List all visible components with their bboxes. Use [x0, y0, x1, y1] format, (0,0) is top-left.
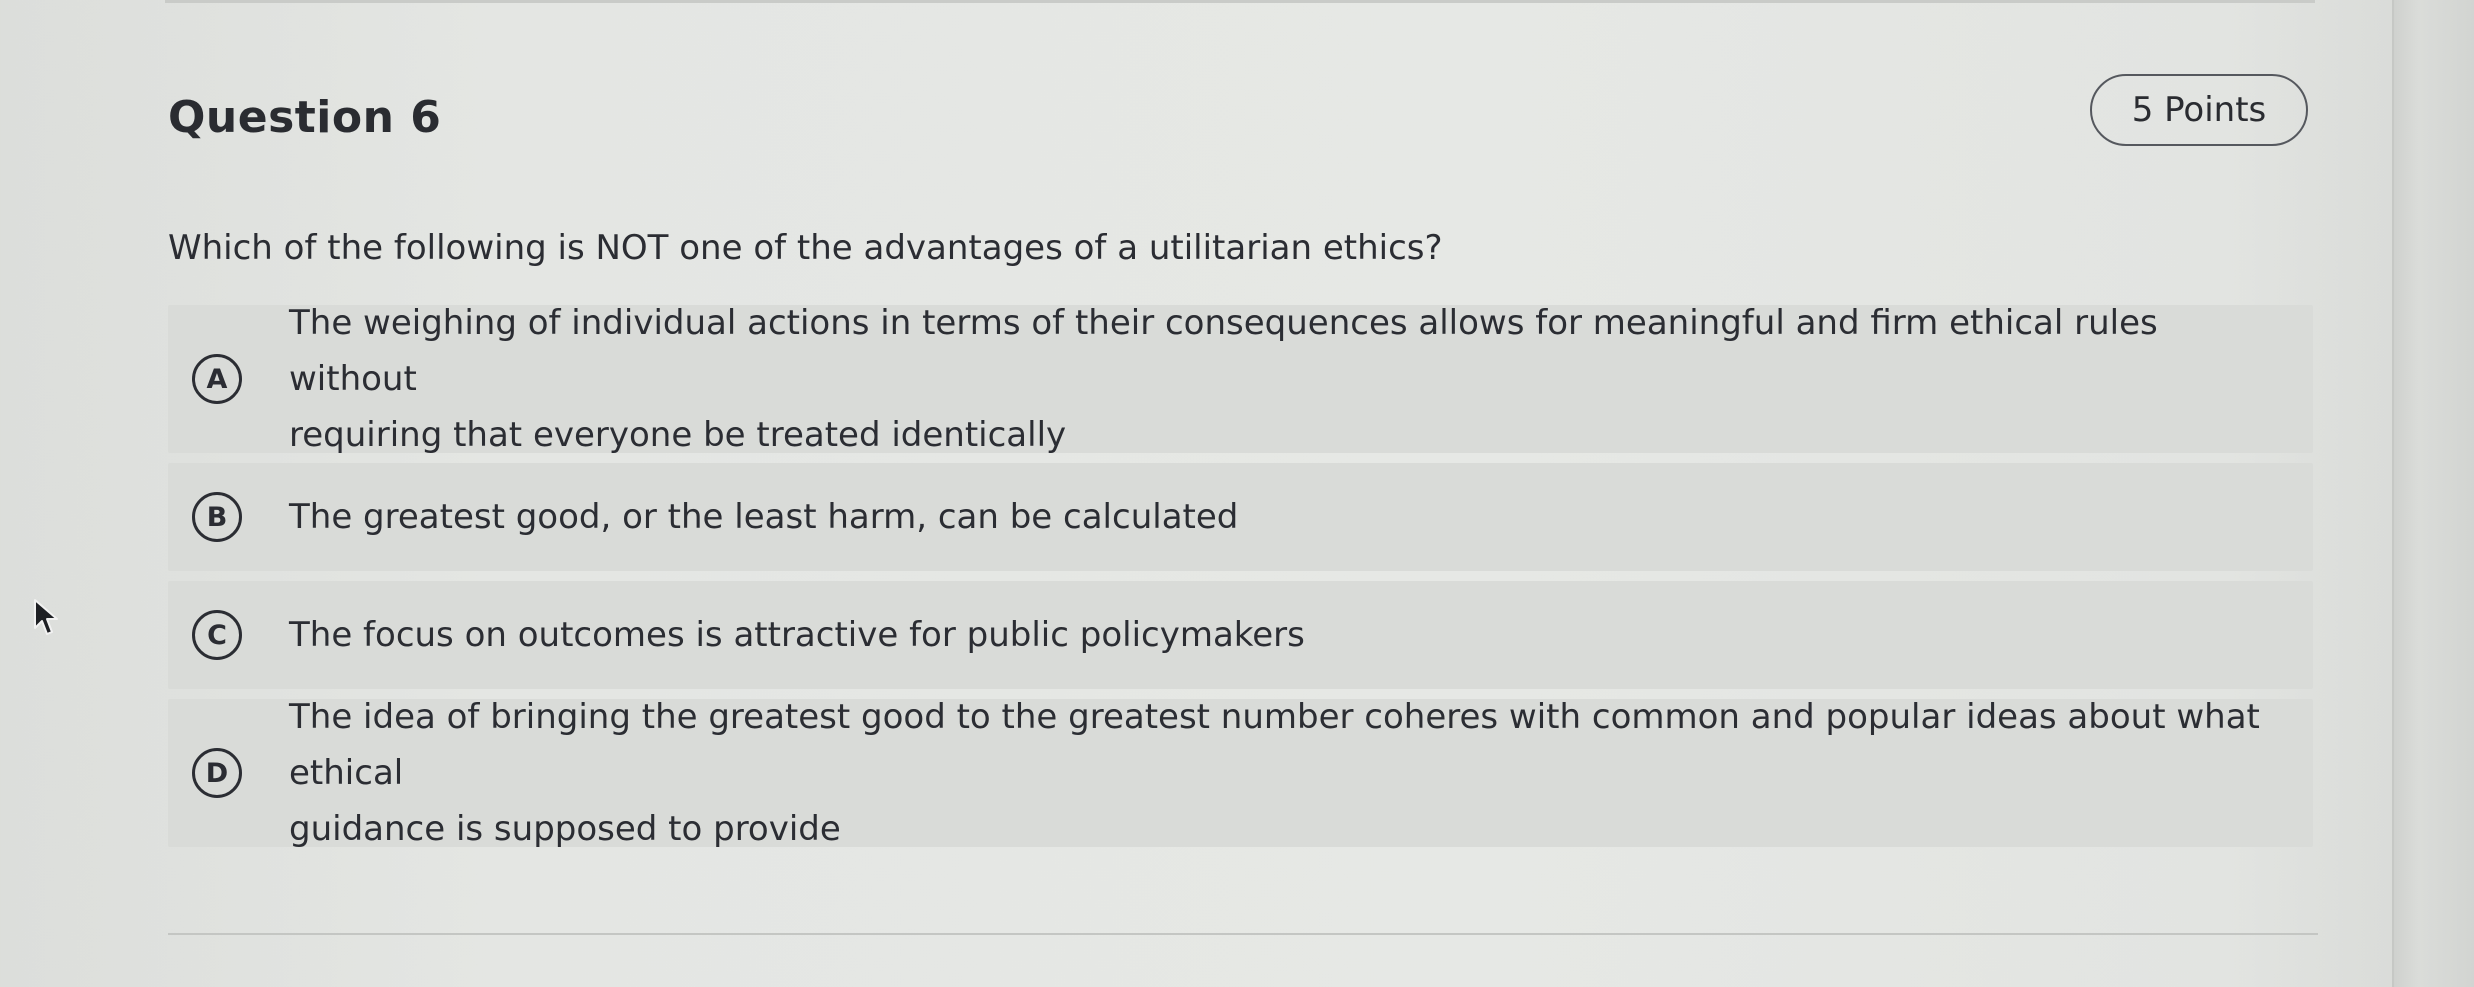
- answer-options: A The weighing of individual actions in …: [168, 303, 2313, 857]
- option-b-text: The greatest good, or the least harm, ca…: [289, 489, 2293, 545]
- question-title: Question 6: [168, 92, 442, 143]
- option-c[interactable]: C The focus on outcomes is attractive fo…: [168, 581, 2313, 689]
- option-c-line-1: The focus on outcomes is attractive for …: [289, 615, 1305, 655]
- option-a-line-2: requiring that everyone be treated ident…: [289, 415, 1067, 455]
- right-edge-panel: [2392, 0, 2474, 987]
- option-b[interactable]: B The greatest good, or the least harm, …: [168, 463, 2313, 571]
- option-a-letter[interactable]: A: [192, 354, 242, 404]
- mouse-pointer-icon: [34, 599, 58, 635]
- option-b-letter[interactable]: B: [192, 492, 242, 542]
- option-c-letter[interactable]: C: [192, 610, 242, 660]
- points-label: 5 Points: [2131, 90, 2267, 130]
- points-badge: 5 Points: [2090, 74, 2308, 146]
- option-d-line-2: guidance is supposed to provide: [289, 809, 841, 849]
- option-d-letter[interactable]: D: [192, 748, 242, 798]
- option-a-text: The weighing of individual actions in te…: [289, 295, 2293, 463]
- option-d[interactable]: D The idea of bringing the greatest good…: [168, 697, 2313, 849]
- option-b-line-1: The greatest good, or the least harm, ca…: [289, 497, 1239, 537]
- option-d-line-1: The idea of bringing the greatest good t…: [289, 697, 2260, 793]
- option-d-text: The idea of bringing the greatest good t…: [289, 689, 2293, 857]
- option-a-line-1: The weighing of individual actions in te…: [289, 303, 2158, 399]
- option-a[interactable]: A The weighing of individual actions in …: [168, 303, 2313, 455]
- bottom-divider: [168, 933, 2318, 935]
- question-prompt: Which of the following is NOT one of the…: [168, 228, 1443, 268]
- option-c-text: The focus on outcomes is attractive for …: [289, 607, 2293, 663]
- top-divider: [165, 0, 2315, 3]
